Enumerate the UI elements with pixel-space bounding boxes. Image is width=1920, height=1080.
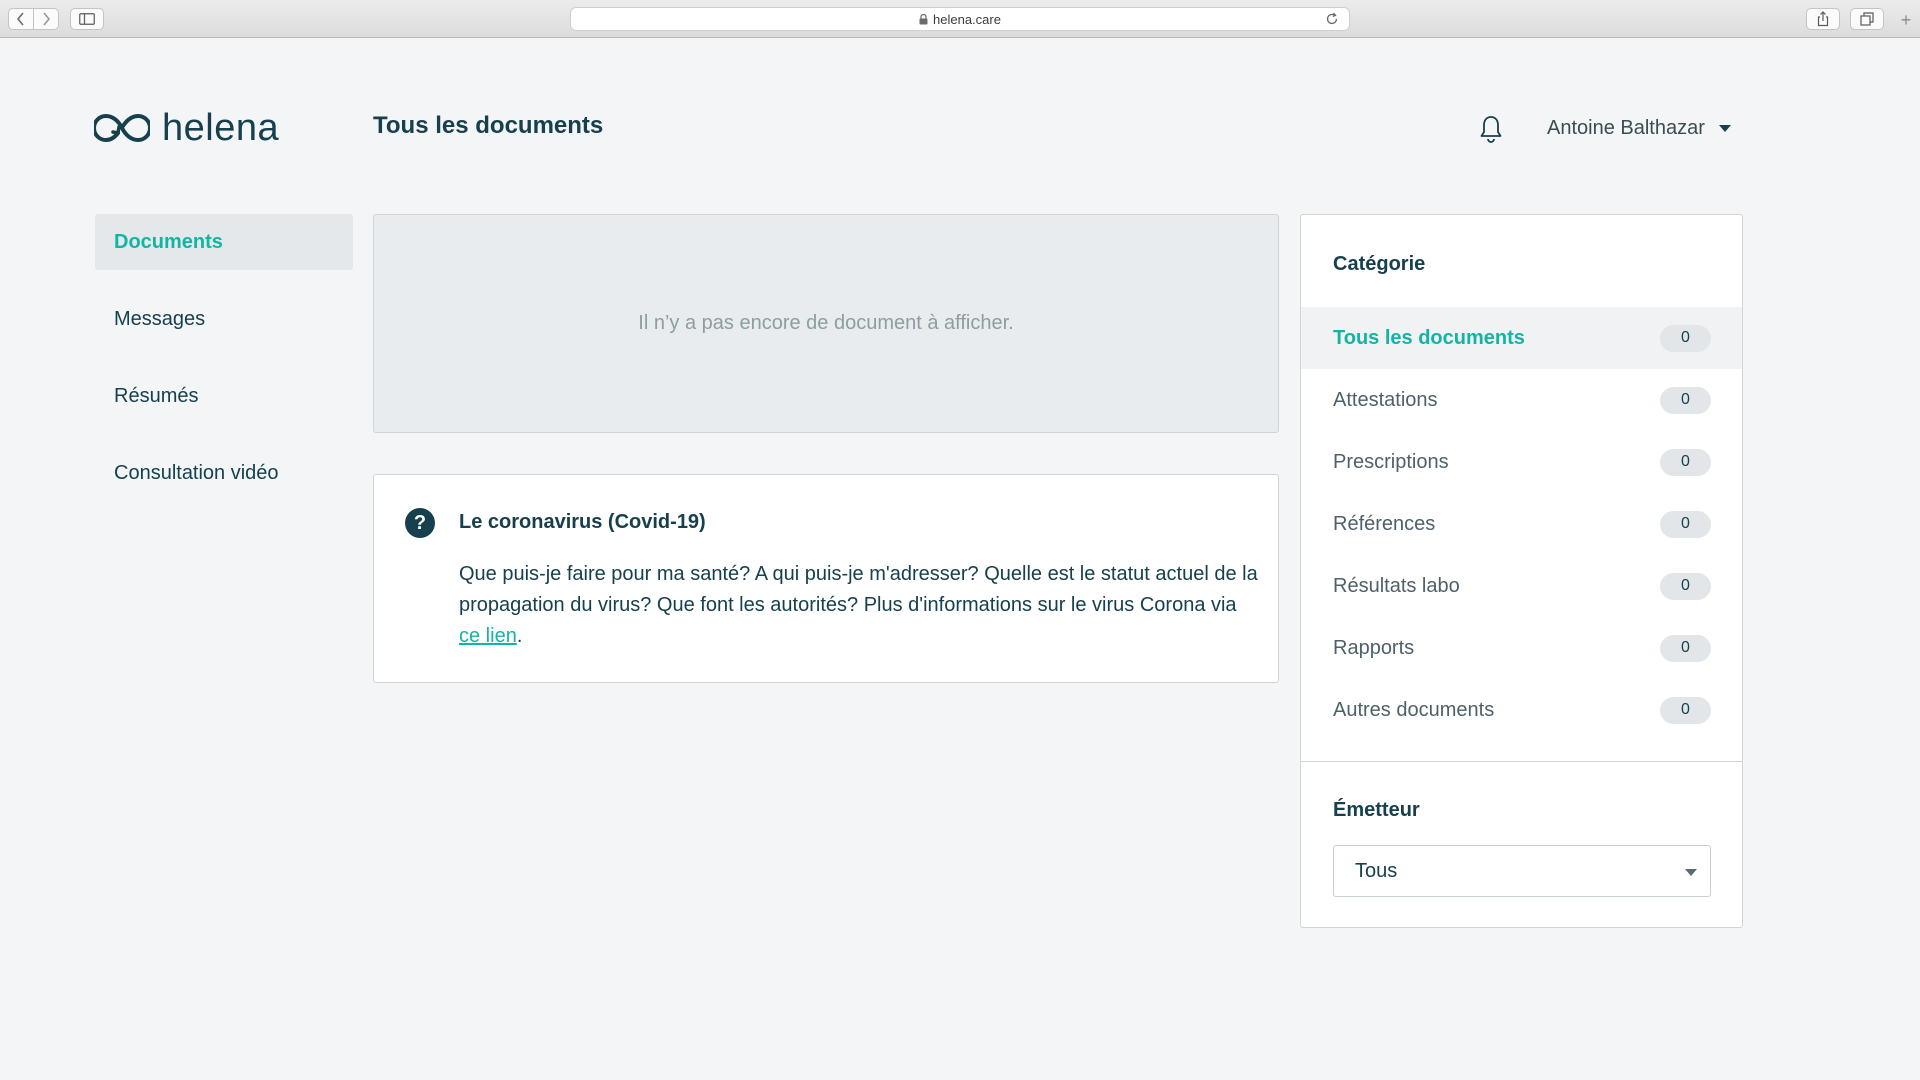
category-item-prescriptions[interactable]: Prescriptions 0 [1301,431,1742,493]
covid-info-card: ? Le coronavirus (Covid-19) Que puis-je … [373,474,1279,683]
tab-overview-button[interactable] [1850,8,1884,30]
category-label: Références [1333,512,1436,535]
reload-icon[interactable] [1325,12,1339,26]
back-button[interactable] [8,8,34,30]
info-card-title: Le coronavirus (Covid-19) [459,511,706,533]
sidebar-icon [79,13,95,25]
info-card-body: Que puis-je faire pour ma santé? A qui p… [459,559,1259,652]
share-icon [1817,11,1829,27]
browser-toolbar: helena.care + [0,0,1920,38]
page-title: Tous les documents [373,112,604,139]
category-item-references[interactable]: Références 0 [1301,493,1742,555]
chevron-right-icon [43,12,51,26]
lock-icon [919,13,928,24]
user-menu[interactable]: Antoine Balthazar [1547,114,1731,142]
empty-state-message: Il n’y a pas encore de document à affich… [638,312,1014,334]
sidebar-item-video-consultation[interactable]: Consultation vidéo [95,445,353,501]
notifications-bell-icon[interactable] [1478,114,1504,144]
category-item-other-documents[interactable]: Autres documents 0 [1301,679,1742,741]
sidebar-item-summaries[interactable]: Résumés [95,368,353,424]
tabs-icon [1860,12,1874,26]
sidebar-item-messages[interactable]: Messages [95,291,353,347]
count-badge: 0 [1660,510,1711,538]
user-name: Antoine Balthazar [1547,116,1705,139]
sidebar-nav: Documents Messages Résumés Consultation … [95,214,353,522]
new-tab-button[interactable]: + [1896,10,1916,32]
empty-documents-panel: Il n’y a pas encore de document à affich… [373,214,1279,433]
filter-panel: Catégorie Tous les documents 0 Attestati… [1300,214,1743,928]
chevron-down-icon [1718,124,1731,132]
emitter-heading: Émetteur [1333,799,1420,821]
helena-logo[interactable]: helena [94,104,279,152]
count-badge: 0 [1660,324,1711,352]
count-badge: 0 [1660,448,1711,476]
category-label: Tous les documents [1333,326,1525,349]
count-badge: 0 [1660,572,1711,600]
address-bar[interactable]: helena.care [570,7,1350,31]
panel-divider [1301,761,1742,762]
share-button[interactable] [1806,8,1840,30]
sidebar-toggle-button[interactable] [70,8,104,30]
infinity-logo-icon [94,113,150,143]
category-label: Rapports [1333,636,1415,659]
url-text: helena.care [933,11,1001,27]
covid-info-link[interactable]: ce lien [459,625,517,647]
forward-button[interactable] [33,8,59,30]
category-item-reports[interactable]: Rapports 0 [1301,617,1742,679]
chevron-left-icon [16,12,24,26]
category-list: Tous les documents 0 Attestations 0 Pres… [1301,307,1742,741]
category-label: Autres documents [1333,698,1495,721]
count-badge: 0 [1660,386,1711,414]
count-badge: 0 [1660,696,1711,724]
sidebar-item-documents[interactable]: Documents [95,214,353,270]
info-card-text: Que puis-je faire pour ma santé? A qui p… [459,563,1258,616]
category-heading: Catégorie [1333,253,1426,275]
question-icon: ? [405,508,435,538]
logo-text: helena [162,106,280,149]
category-item-lab-results[interactable]: Résultats labo 0 [1301,555,1742,617]
category-label: Prescriptions [1333,450,1449,473]
emitter-select[interactable]: Tous [1333,845,1711,897]
chevron-down-icon [1685,869,1697,876]
category-item-all-documents[interactable]: Tous les documents 0 [1301,307,1742,369]
category-label: Résultats labo [1333,574,1460,597]
category-item-attestations[interactable]: Attestations 0 [1301,369,1742,431]
emitter-selected-value: Tous [1355,859,1398,882]
category-label: Attestations [1333,388,1438,411]
info-card-period: . [516,625,523,647]
count-badge: 0 [1660,634,1711,662]
